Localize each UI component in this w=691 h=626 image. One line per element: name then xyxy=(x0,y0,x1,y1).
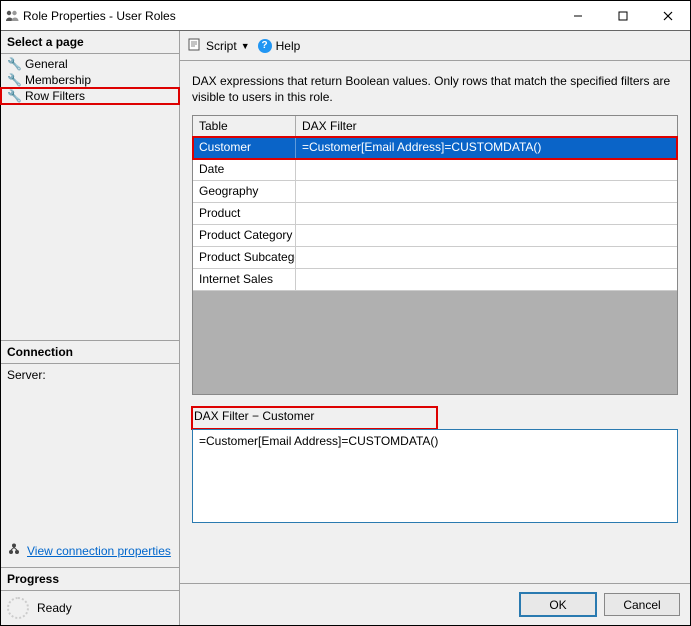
connection-header: Connection xyxy=(1,341,179,363)
row-filter: =Customer[Email Address]=CUSTOMDATA() xyxy=(296,137,677,158)
page-label: General xyxy=(25,57,68,71)
row-table: Geography xyxy=(193,181,296,202)
dax-editor-section: DAX Filter − Customer =Customer[Email Ad… xyxy=(192,407,678,523)
dax-filter-input[interactable]: =Customer[Email Address]=CUSTOMDATA() xyxy=(192,429,678,523)
grid-empty-area xyxy=(193,291,677,394)
table-row[interactable]: Product xyxy=(193,203,677,225)
dax-filter-label: DAX Filter − Customer xyxy=(194,409,435,427)
wrench-icon: 🔧 xyxy=(7,57,21,71)
progress-header: Progress xyxy=(1,568,179,590)
row-filter xyxy=(296,181,677,202)
page-list: 🔧 General 🔧 Membership 🔧 Row Filters xyxy=(1,54,179,110)
server-label: Server: xyxy=(7,368,173,382)
row-table: Internet Sales xyxy=(193,269,296,290)
chevron-down-icon: ▼ xyxy=(241,41,250,51)
help-icon: ? xyxy=(258,39,272,53)
ok-button[interactable]: OK xyxy=(520,593,596,616)
script-label: Script xyxy=(206,39,237,53)
help-label: Help xyxy=(276,39,301,53)
wrench-icon: 🔧 xyxy=(7,73,21,87)
connection-icon xyxy=(7,542,21,559)
row-table: Date xyxy=(193,159,296,180)
table-row[interactable]: Date xyxy=(193,159,677,181)
connection-link-row: View connection properties xyxy=(1,542,179,567)
page-general[interactable]: 🔧 General xyxy=(1,56,179,72)
row-table: Product Category xyxy=(193,225,296,246)
connection-body: Server: xyxy=(1,364,179,542)
minimize-button[interactable] xyxy=(555,1,600,30)
toolbar: Script ▼ ? Help xyxy=(180,31,690,61)
page-label: Membership xyxy=(25,73,91,87)
row-filter xyxy=(296,159,677,180)
sidebar: Select a page 🔧 General 🔧 Membership 🔧 R… xyxy=(1,31,180,625)
titlebar: Role Properties - User Roles xyxy=(1,1,690,31)
dialog-window: Role Properties - User Roles Select a pa… xyxy=(0,0,691,626)
filters-grid[interactable]: Table DAX Filter Customer =Customer[Emai… xyxy=(192,115,678,395)
table-row[interactable]: Geography xyxy=(193,181,677,203)
progress-body: Ready xyxy=(1,591,179,625)
progress-status: Ready xyxy=(37,601,72,615)
dax-label-highlight: DAX Filter − Customer xyxy=(192,407,437,429)
row-table: Product xyxy=(193,203,296,224)
row-table: Customer xyxy=(193,137,296,158)
script-dropdown[interactable]: Script ▼ xyxy=(188,37,250,54)
row-filter xyxy=(296,225,677,246)
description-text: DAX expressions that return Boolean valu… xyxy=(192,73,678,105)
help-button[interactable]: ? Help xyxy=(258,39,301,53)
table-row[interactable]: Customer =Customer[Email Address]=CUSTOM… xyxy=(193,137,677,159)
progress-spinner-icon xyxy=(7,597,29,619)
grid-header: Table DAX Filter xyxy=(193,116,677,137)
page-membership[interactable]: 🔧 Membership xyxy=(1,72,179,88)
roles-icon xyxy=(1,9,23,23)
script-icon xyxy=(188,37,202,54)
row-filter xyxy=(296,269,677,290)
col-table[interactable]: Table xyxy=(193,116,296,136)
content-area: DAX expressions that return Boolean valu… xyxy=(180,61,690,583)
wrench-icon: 🔧 xyxy=(7,89,21,103)
select-page-header: Select a page xyxy=(1,31,179,53)
row-filter xyxy=(296,203,677,224)
col-dax-filter[interactable]: DAX Filter xyxy=(296,116,677,136)
cancel-button[interactable]: Cancel xyxy=(604,593,680,616)
table-row[interactable]: Internet Sales xyxy=(193,269,677,291)
close-button[interactable] xyxy=(645,1,690,30)
view-connection-link[interactable]: View connection properties xyxy=(27,544,171,558)
table-row[interactable]: Product Category xyxy=(193,225,677,247)
row-table: Product Subcategory xyxy=(193,247,296,268)
window-controls xyxy=(555,1,690,30)
row-filter xyxy=(296,247,677,268)
dialog-footer: OK Cancel xyxy=(180,583,690,625)
table-row[interactable]: Product Subcategory xyxy=(193,247,677,269)
window-title: Role Properties - User Roles xyxy=(23,9,555,23)
main-panel: Script ▼ ? Help DAX expressions that ret… xyxy=(180,31,690,625)
page-row-filters[interactable]: 🔧 Row Filters xyxy=(1,88,179,104)
page-label: Row Filters xyxy=(25,89,85,103)
maximize-button[interactable] xyxy=(600,1,645,30)
